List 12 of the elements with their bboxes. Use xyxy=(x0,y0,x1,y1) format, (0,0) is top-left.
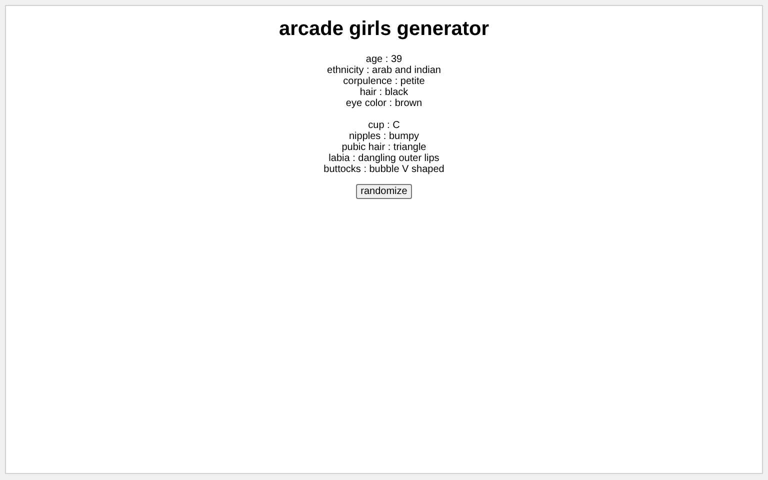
attribute-line: hair : black xyxy=(360,87,408,98)
attribute-line: eye color : brown xyxy=(346,98,422,109)
attribute-line: age : 39 xyxy=(366,54,402,65)
attribute-line: corpulence : petite xyxy=(343,76,425,87)
attribute-line: cup : C xyxy=(368,120,400,131)
attribute-line: buttocks : bubble V shaped xyxy=(324,164,444,175)
attribute-line: labia : dangling outer lips xyxy=(328,153,440,164)
page-title: arcade girls generator xyxy=(278,17,490,41)
randomize-button[interactable]: randomize xyxy=(356,184,412,199)
attribute-line: ethnicity : arab and indian xyxy=(327,65,441,76)
attribute-line: pubic hair : triangle xyxy=(342,142,426,153)
attribute-line: nipples : bumpy xyxy=(348,131,420,142)
